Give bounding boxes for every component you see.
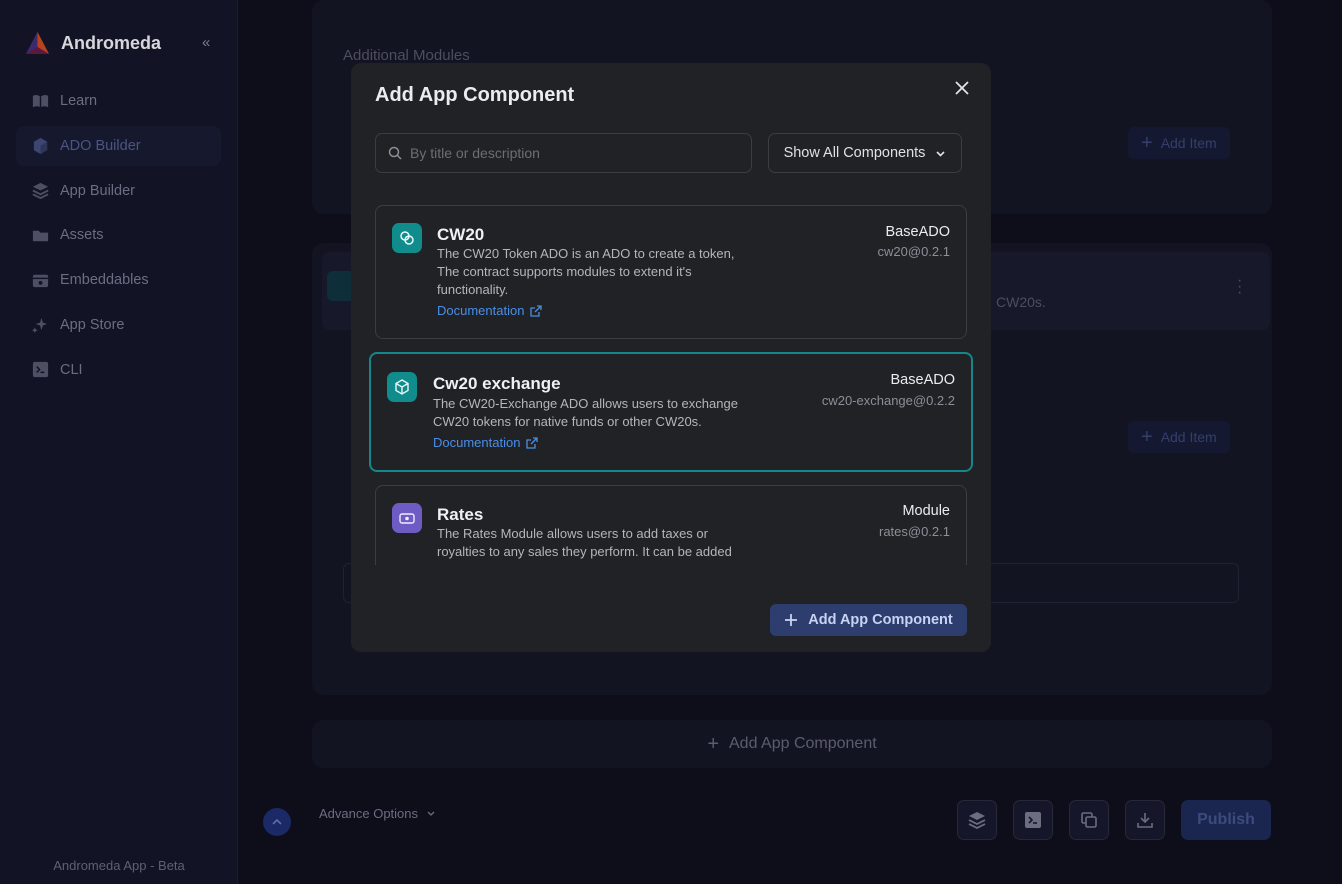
chevron-up-icon <box>272 818 282 825</box>
sidebar-item-app-store[interactable]: App Store <box>16 305 221 345</box>
plus-icon: + <box>707 733 719 755</box>
sparkle-icon <box>31 318 48 334</box>
component-description: The CW20 Token ADO is an ADO to create a… <box>437 246 735 297</box>
component-version: cw20-exchange@0.2.2 <box>821 393 955 408</box>
add-app-component-label: Add App Component <box>808 612 953 628</box>
external-link-icon <box>526 436 539 449</box>
search-input[interactable] <box>410 145 730 161</box>
more-options-icon[interactable]: · · · <box>1237 273 1242 301</box>
add-app-component-bar-label: Add App Component <box>729 735 877 752</box>
add-item-button[interactable]: + Add Item <box>1128 127 1230 159</box>
filter-label: Show All Components <box>783 145 926 161</box>
sidebar-item-label: Learn <box>60 93 98 109</box>
sidebar-footer: Andromeda App - Beta <box>53 858 185 873</box>
book-icon <box>32 94 49 107</box>
component-title: CW20 <box>437 225 485 244</box>
embed-icon <box>32 274 49 287</box>
component-title: Cw20 exchange <box>433 374 561 393</box>
plus-icon: + <box>1141 132 1153 154</box>
chevron-down-icon <box>427 811 435 816</box>
component-version: rates@0.2.1 <box>878 524 950 539</box>
add-app-component-modal: Add App Component Show All Components CW… <box>351 63 991 652</box>
sidebar-item-learn[interactable]: Learn <box>16 81 221 121</box>
additional-modules-heading: Additional Modules <box>343 47 470 64</box>
sidebar-item-embeddables[interactable]: Embeddables <box>16 260 221 300</box>
component-card-rates[interactable]: Rates The Rates Module allows users to a… <box>375 485 967 565</box>
component-type: BaseADO <box>890 372 955 388</box>
folder-icon <box>32 230 49 242</box>
terminal-icon <box>32 362 49 378</box>
search-icon <box>388 146 402 160</box>
add-item-label: Add Item <box>1160 135 1217 151</box>
documentation-link[interactable]: Documentation <box>433 435 539 450</box>
add-app-component-bar[interactable]: + Add App Component <box>312 720 1272 768</box>
component-card-cw20[interactable]: CW20 The CW20 Token ADO is an ADO to cre… <box>375 205 967 339</box>
terminal-button[interactable] <box>1013 800 1053 840</box>
documentation-label: Documentation <box>433 435 521 450</box>
component-card-cw20-exchange[interactable]: Cw20 exchange The CW20-Exchange ADO allo… <box>369 352 973 472</box>
component-type: Module <box>902 503 950 519</box>
component-type: BaseADO <box>885 224 950 240</box>
component-description: The Rates Module allows users to add tax… <box>437 526 732 559</box>
download-button[interactable] <box>1125 800 1165 840</box>
sidebar-item-assets[interactable]: Assets <box>16 215 221 255</box>
search-field[interactable] <box>375 133 752 173</box>
sidebar-nav: Learn ADO Builder App Builder Assets Emb… <box>16 81 221 395</box>
sidebar-item-label: ADO Builder <box>60 137 141 154</box>
brand[interactable]: Andromeda <box>24 30 161 57</box>
sidebar-item-label: Assets <box>60 227 104 244</box>
publish-button[interactable]: Publish <box>1181 800 1271 840</box>
layers-button[interactable] <box>957 800 997 840</box>
rates-icon <box>392 503 422 533</box>
sidebar-item-label: App Store <box>60 316 125 333</box>
plus-icon: + <box>1141 426 1153 448</box>
component-description-fragment: CW20s. <box>996 294 1046 310</box>
andromeda-logo-icon <box>26 32 49 54</box>
add-app-component-button[interactable]: Add App Component <box>770 604 967 636</box>
cube-icon <box>387 372 417 402</box>
component-description: The CW20-Exchange ADO allows users to ex… <box>433 396 738 429</box>
sidebar-item-cli[interactable]: CLI <box>16 350 221 390</box>
scroll-up-button[interactable] <box>263 808 291 836</box>
sidebar-item-label: CLI <box>60 361 83 378</box>
external-link-icon <box>530 304 543 317</box>
coins-icon <box>392 223 422 253</box>
add-item-button-2[interactable]: + Add Item <box>1128 421 1230 453</box>
download-icon <box>1137 813 1153 828</box>
cube-icon <box>33 138 48 155</box>
layers-icon <box>968 812 986 830</box>
copy-icon <box>1081 812 1097 828</box>
terminal-icon <box>1025 812 1041 828</box>
sidebar-item-ado-builder[interactable]: ADO Builder <box>16 125 221 166</box>
collapse-sidebar-icon[interactable]: « <box>202 34 210 51</box>
copy-button[interactable] <box>1069 800 1109 840</box>
sidebar-item-label: Embeddables <box>60 272 149 289</box>
layers-icon <box>32 182 49 200</box>
sidebar-item-label: App Builder <box>60 182 135 199</box>
advance-options-toggle[interactable]: Advance Options <box>319 806 436 821</box>
component-list[interactable]: CW20 The CW20 Token ADO is an ADO to cre… <box>369 201 973 565</box>
component-filter-select[interactable]: Show All Components <box>768 133 962 173</box>
add-item-label: Add Item <box>1160 429 1217 445</box>
documentation-label: Documentation <box>437 303 525 318</box>
plus-icon <box>785 614 798 626</box>
component-title: Rates <box>437 505 484 524</box>
component-version: cw20@0.2.1 <box>877 244 950 259</box>
close-icon[interactable] <box>951 77 973 99</box>
advance-options-label: Advance Options <box>319 806 419 821</box>
sidebar: Andromeda « Learn ADO Builder App Builde… <box>0 0 238 884</box>
sidebar-item-app-builder[interactable]: App Builder <box>16 171 221 211</box>
documentation-link[interactable]: Documentation <box>437 303 543 318</box>
chevron-down-icon <box>936 150 945 157</box>
brand-name: Andromeda <box>61 33 162 53</box>
modal-title: Add App Component <box>375 84 575 106</box>
